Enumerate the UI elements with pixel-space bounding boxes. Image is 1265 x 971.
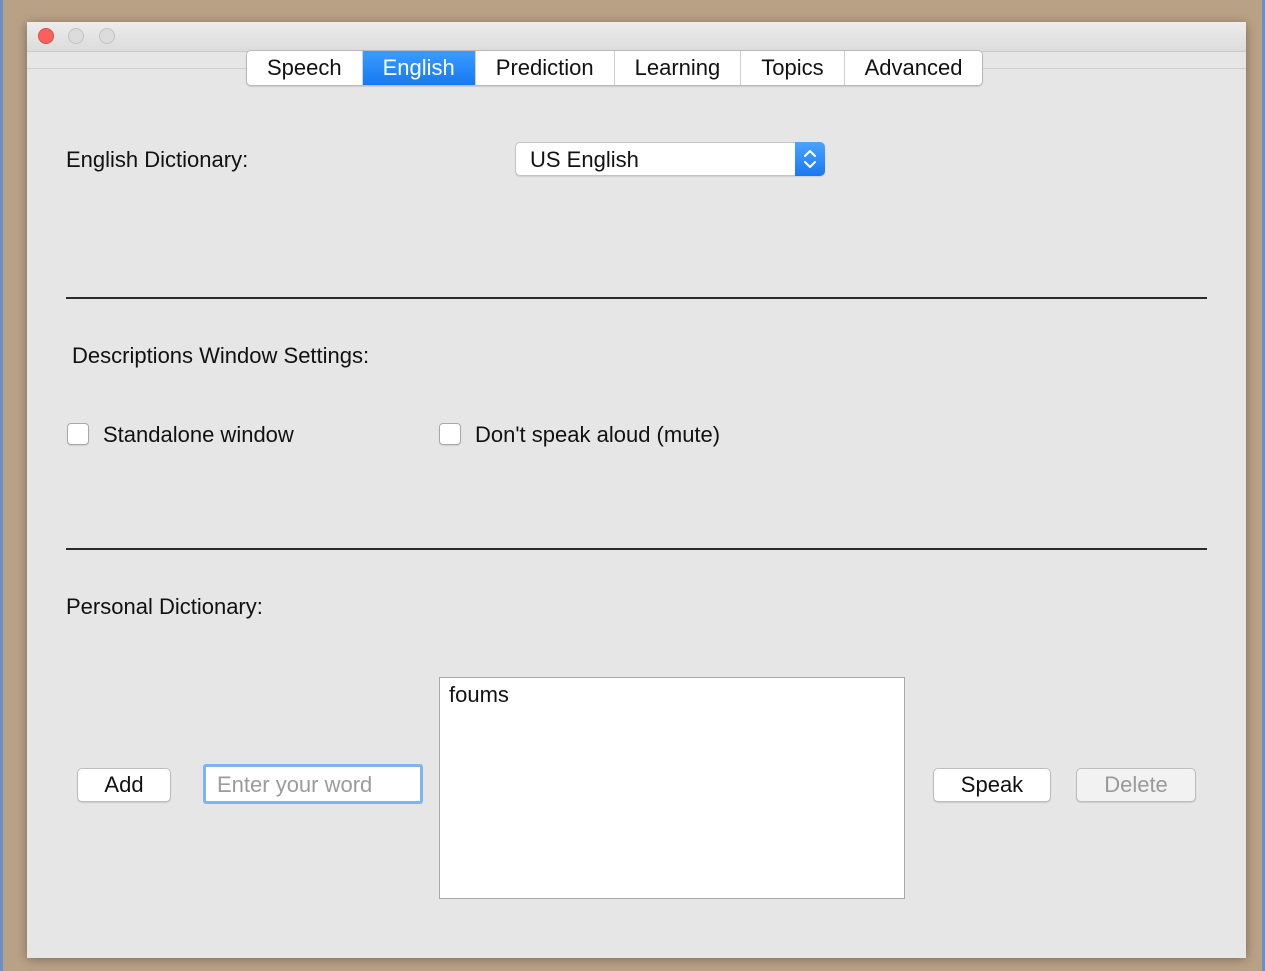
english-dictionary-select[interactable]: US English xyxy=(515,142,825,176)
minimize-window-button[interactable] xyxy=(68,28,84,44)
english-dictionary-value: US English xyxy=(530,147,639,172)
word-input[interactable]: Enter your word xyxy=(203,764,423,804)
tab-speech[interactable]: Speech xyxy=(247,51,363,85)
standalone-window-label: Standalone window xyxy=(103,422,294,447)
english-dictionary-label: English Dictionary: xyxy=(66,147,249,172)
tab-prediction[interactable]: Prediction xyxy=(475,51,615,85)
mute-label: Don't speak aloud (mute) xyxy=(475,422,721,447)
add-button[interactable]: Add xyxy=(77,768,171,802)
section-divider xyxy=(66,548,1207,550)
standalone-window-checkbox[interactable] xyxy=(67,423,89,445)
list-item[interactable]: foums xyxy=(440,678,904,712)
delete-button[interactable]: Delete xyxy=(1076,768,1196,802)
tab-advanced[interactable]: Advanced xyxy=(844,51,983,85)
descriptions-settings-heading: Descriptions Window Settings: xyxy=(72,343,370,368)
speak-button[interactable]: Speak xyxy=(933,768,1051,802)
tab-english[interactable]: English xyxy=(362,51,476,85)
personal-dictionary-heading: Personal Dictionary: xyxy=(66,594,263,619)
personal-dictionary-list[interactable]: foums xyxy=(439,677,905,899)
mute-checkbox[interactable] xyxy=(439,423,461,445)
section-divider xyxy=(66,297,1207,299)
close-window-button[interactable] xyxy=(38,28,54,44)
updown-chevron-icon xyxy=(795,142,825,176)
title-bar xyxy=(27,22,1246,52)
tab-topics[interactable]: Topics xyxy=(741,51,845,85)
tab-bar: Speech English Prediction Learning Topic… xyxy=(246,50,984,86)
tab-learning[interactable]: Learning xyxy=(614,51,742,85)
preferences-window: Speech English Prediction Learning Topic… xyxy=(27,22,1246,958)
zoom-window-button[interactable] xyxy=(99,28,115,44)
